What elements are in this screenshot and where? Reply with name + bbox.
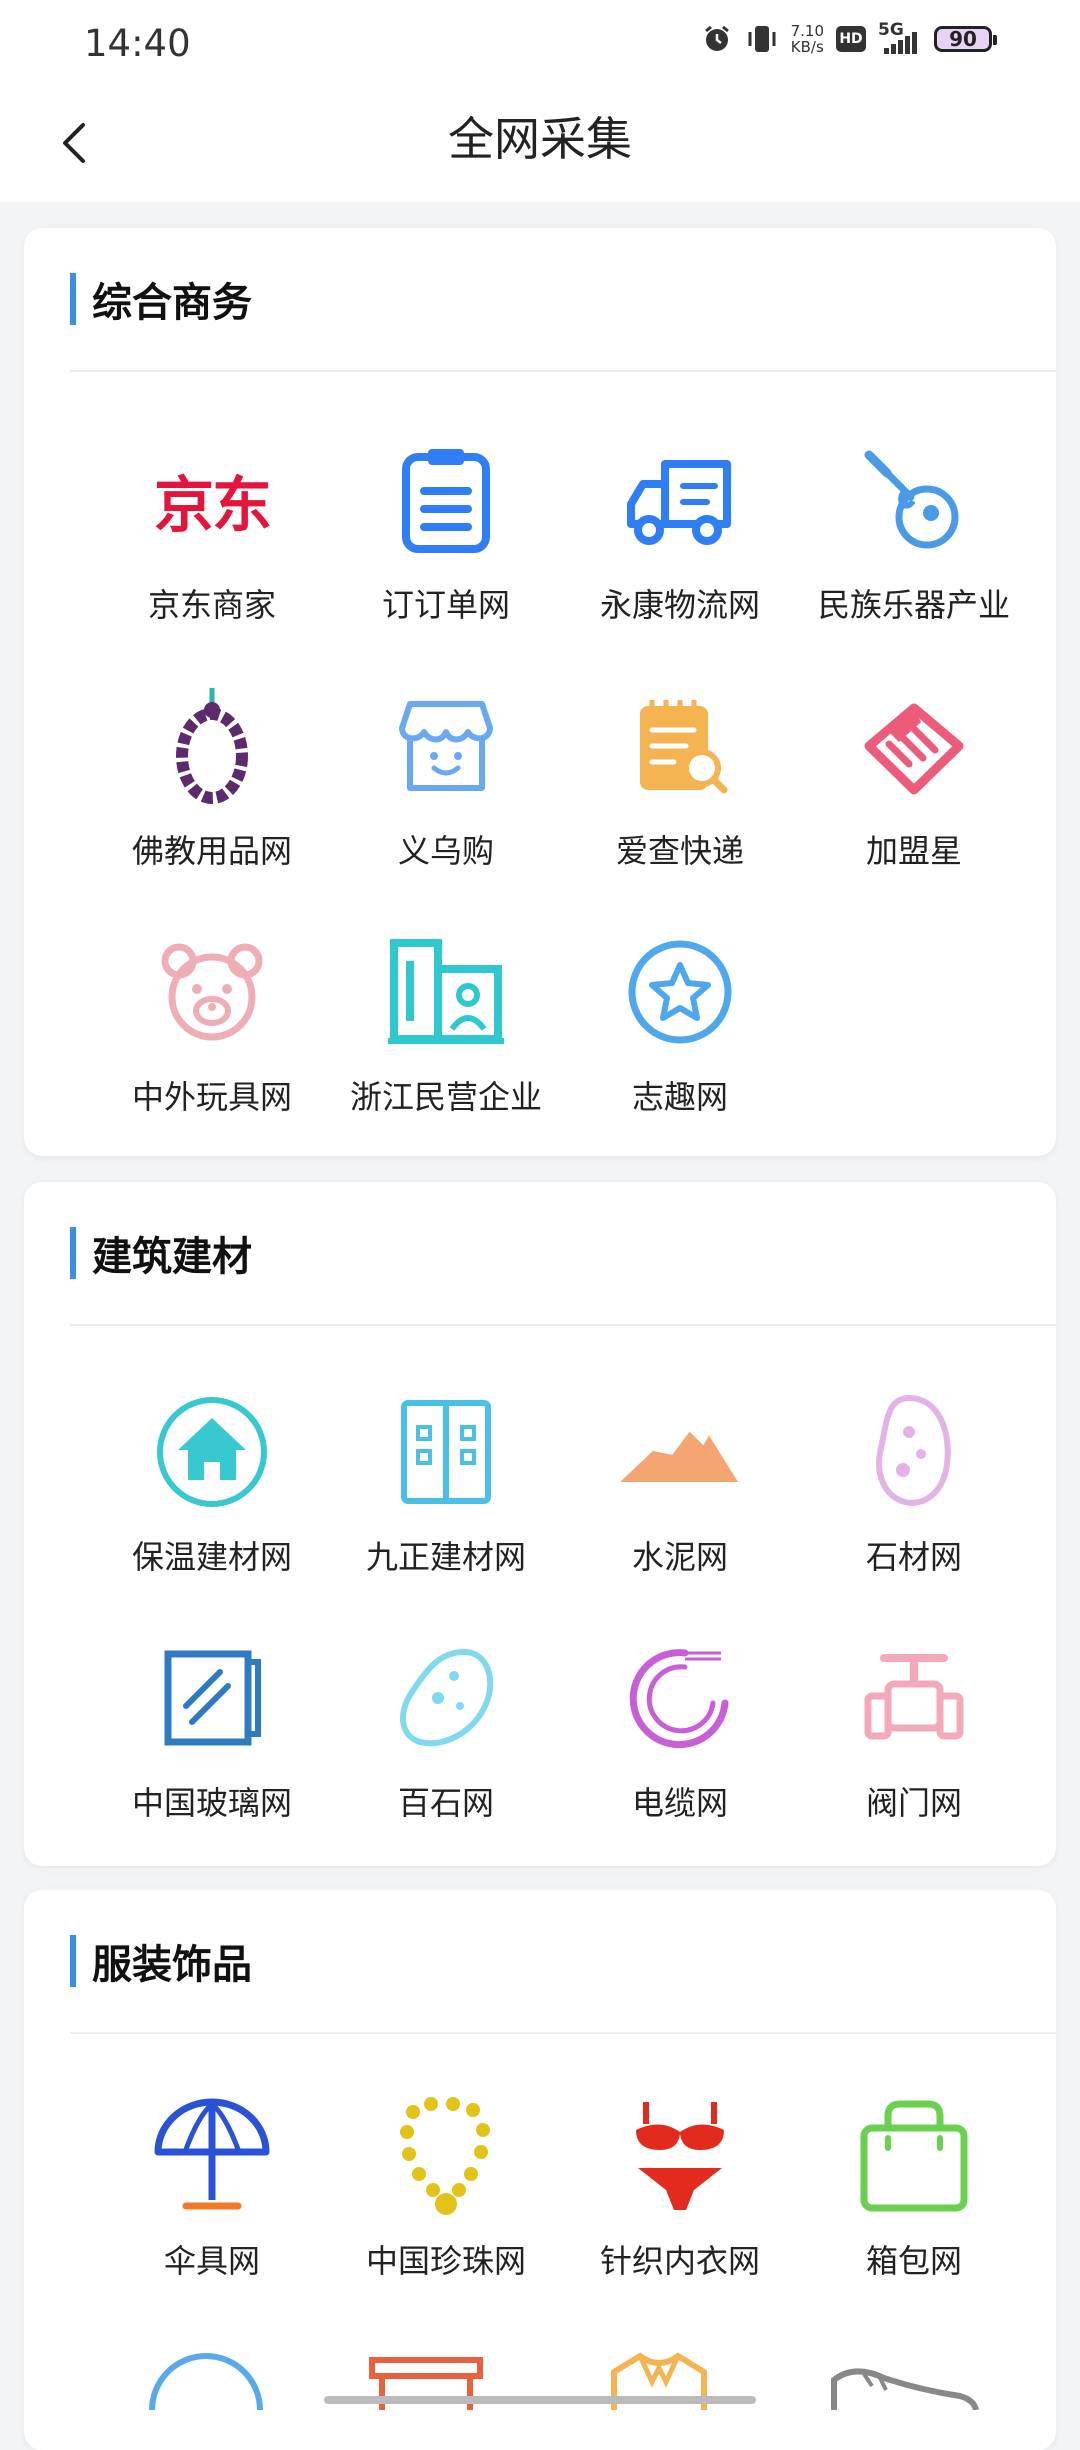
grid-item-zhejiang-minying[interactable]: 浙江民营企业 [329, 932, 563, 1152]
glass-pane-icon [152, 1638, 272, 1758]
grid-item-shicai[interactable]: 石材网 [797, 1392, 1031, 1612]
section-card-building-materials: 建筑建材 保温建材网 九正建材网 水泥网 石材网 中国玻璃网 百石网 电缆网 阀… [24, 1182, 1056, 1866]
pearl-necklace-icon [386, 2096, 506, 2216]
grid-item-yiwugou[interactable]: 义乌购 [329, 686, 563, 906]
grid-item-aicha[interactable]: 爱查快递 [563, 686, 797, 906]
guitar-icon [854, 440, 974, 560]
status-bar: 14:40 7.10 KB/s HD 5G 90 [0, 0, 1080, 84]
grid-item-label: 中外玩具网 [131, 1078, 292, 1116]
grid-item-boli[interactable]: 中国玻璃网 [95, 1638, 329, 1858]
home-indicator[interactable] [324, 2396, 756, 2404]
grid-item-jiuzheng[interactable]: 九正建材网 [329, 1392, 563, 1612]
grid-item-label: 京东商家 [147, 586, 276, 624]
stone-icon [854, 1392, 974, 1512]
network-speed-unit: KB/s [790, 38, 824, 56]
section-title: 综合商务 [92, 280, 252, 326]
bag-icon [854, 2096, 974, 2216]
grid-item-label: 电缆网 [631, 1784, 728, 1822]
search-document-icon [620, 686, 740, 806]
shoe-icon[interactable] [824, 2360, 984, 2410]
grid-item-label: 中国珍珠网 [365, 2242, 526, 2280]
mountain-icon [620, 1392, 740, 1512]
status-icons: 7.10 KB/s HD 5G 90 [701, 20, 997, 56]
grid-item-zhenzhi-neiyi[interactable]: 针织内衣网 [563, 2096, 797, 2316]
house-icon [152, 1392, 272, 1512]
rock-icon [386, 1638, 506, 1758]
section-header: 服装饰品 [70, 1934, 252, 1988]
grid-item-label: 浙江民营企业 [349, 1078, 542, 1116]
alarm-icon [704, 25, 729, 51]
grid-item-fojiao[interactable]: 佛教用品网 [95, 686, 329, 906]
status-time: 14:40 [84, 22, 191, 65]
handshake-icon [854, 686, 974, 806]
grid-item-label: 爱查快递 [615, 832, 744, 870]
grid-item-sanju[interactable]: 伞具网 [95, 2096, 329, 2316]
grid-item-xiangbao[interactable]: 箱包网 [797, 2096, 1031, 2316]
grid-item-label: 保温建材网 [131, 1538, 292, 1576]
hd-badge: HD [836, 26, 866, 52]
grid-item-label: 民族乐器产业 [817, 586, 1010, 624]
battery-level: 90 [949, 27, 977, 51]
grid-item-label: 九正建材网 [365, 1538, 526, 1576]
shop-icon [386, 686, 506, 806]
section-title: 建筑建材 [92, 1234, 252, 1280]
grid-item-shuini[interactable]: 水泥网 [563, 1392, 797, 1612]
grid-item-yongkang[interactable]: 永康物流网 [563, 440, 797, 660]
grid-item-jd[interactable]: 京东 京东商家 [95, 440, 329, 660]
grid-item-label: 水泥网 [631, 1538, 728, 1576]
signal-icon: 5G [878, 20, 922, 56]
jd-logo-icon: 京东 [154, 470, 272, 541]
grid-item-famen[interactable]: 阀门网 [797, 1638, 1031, 1858]
vibrate-icon [748, 26, 776, 52]
truck-icon [620, 440, 740, 560]
valve-icon [854, 1638, 974, 1758]
cabinet-icon [386, 1392, 506, 1512]
network-speed: 7.10 KB/s [791, 23, 824, 55]
lingerie-icon [620, 2096, 740, 2216]
grid-item-label: 阀门网 [865, 1784, 962, 1822]
grid-item-label: 中国玻璃网 [131, 1784, 292, 1822]
grid-item-baowen[interactable]: 保温建材网 [95, 1392, 329, 1612]
grid-item-dianlan[interactable]: 电缆网 [563, 1638, 797, 1858]
grid-item-label: 加盟星 [865, 832, 962, 870]
grid-item-label: 订订单网 [381, 586, 510, 624]
grid-item-baishi[interactable]: 百石网 [329, 1638, 563, 1858]
grid-item-label: 佛教用品网 [131, 832, 292, 870]
grid-item-label: 箱包网 [865, 2242, 962, 2280]
grid-item-dingdingdan[interactable]: 订订单网 [329, 440, 563, 660]
cable-icon [620, 1638, 740, 1758]
section-card-apparel: 服装饰品 伞具网 中国珍珠网 针织内衣网 箱包网 [24, 1890, 1056, 2450]
page-title: 全网采集 [448, 112, 632, 166]
grid-item-minzu-yueqi[interactable]: 民族乐器产业 [797, 440, 1031, 660]
grid-item-zhenzhu[interactable]: 中国珍珠网 [329, 2096, 563, 2316]
grid-item-zhiqu[interactable]: 志趣网 [563, 932, 797, 1152]
section-card-business: 综合商务 京东 京东商家 订订单网 永康物流网 民族乐器产业 佛教用品网 义乌购… [24, 228, 1056, 1156]
nav-header: 全网采集 [0, 84, 1080, 202]
grid-item-label: 针织内衣网 [599, 2242, 760, 2280]
grid-item-label: 百石网 [397, 1784, 494, 1822]
clipboard-icon [386, 440, 506, 560]
grid-item-jiamengxing[interactable]: 加盟星 [797, 686, 1031, 906]
bear-icon [152, 932, 272, 1052]
building-icon [386, 932, 506, 1052]
grid-item-zhongwai-wanju[interactable]: 中外玩具网 [95, 932, 329, 1152]
star-badge-icon [620, 932, 740, 1052]
section-header: 综合商务 [70, 272, 252, 326]
grid-item-label: 永康物流网 [599, 586, 760, 624]
grid-item-label: 志趣网 [631, 1078, 728, 1116]
grid-item-label: 义乌购 [397, 832, 494, 870]
grid-item-label: 石材网 [865, 1538, 962, 1576]
battery-icon: 90 [934, 26, 997, 52]
grid-item-label: 伞具网 [163, 2242, 260, 2280]
prayer-beads-icon [152, 686, 272, 806]
network-speed-value: 7.10 [790, 22, 824, 40]
umbrella-icon [152, 2096, 272, 2216]
section-title: 服装饰品 [92, 1942, 252, 1988]
section-header: 建筑建材 [70, 1226, 252, 1280]
crystal-ball-icon[interactable] [136, 2346, 276, 2410]
